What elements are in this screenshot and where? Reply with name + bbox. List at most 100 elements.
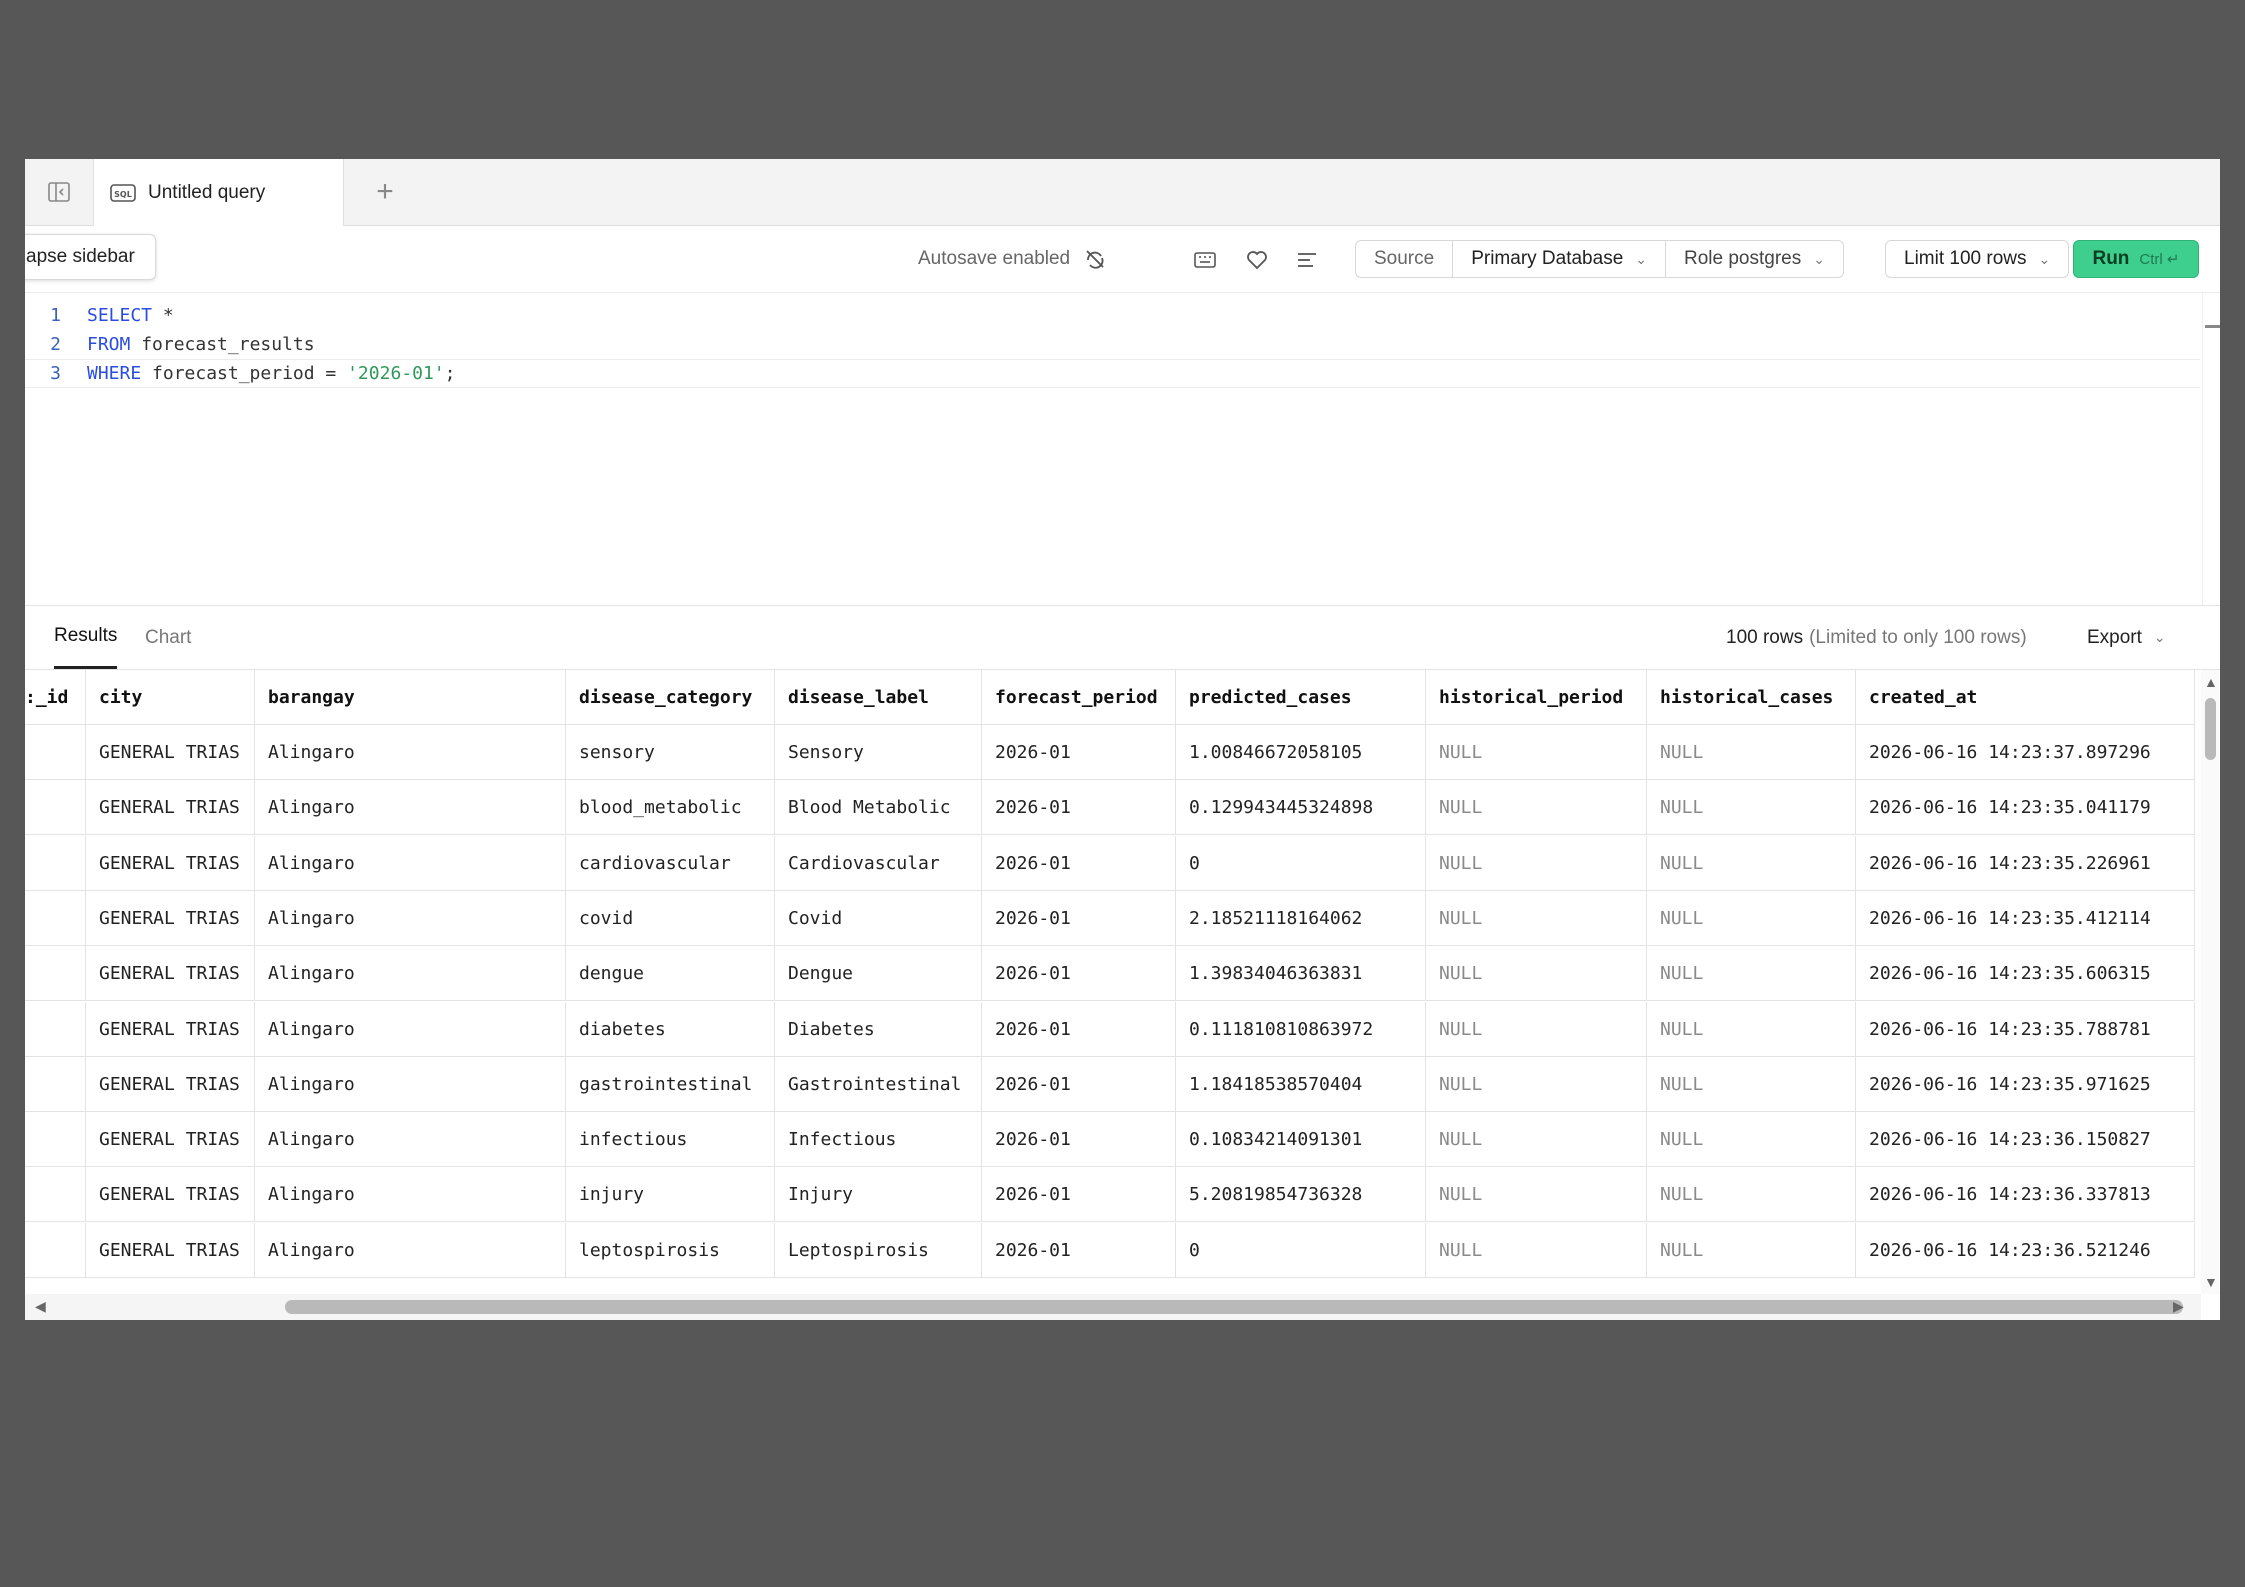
table-cell-disease-category[interactable]: injury <box>566 1167 775 1223</box>
table-cell-city[interactable]: GENERAL TRIAS <box>86 835 255 891</box>
table-cell-disease-category[interactable]: gastrointestinal <box>566 1056 775 1112</box>
run-button[interactable]: Run Ctrl ↵ <box>2073 240 2199 278</box>
table-cell-historical-cases[interactable]: NULL <box>1647 780 1856 836</box>
table-cell-created-at[interactable]: 2026-06-16 14:23:35.606315 <box>1856 946 2195 1002</box>
table-cell-city[interactable]: GENERAL TRIAS <box>86 725 255 780</box>
table-cell-disease-category[interactable]: sensory <box>566 725 775 780</box>
table-cell-barangay[interactable]: Alingaro <box>255 780 566 836</box>
format-align-icon[interactable] <box>1295 248 1319 272</box>
table-cell-barangay[interactable]: Alingaro <box>255 1222 566 1278</box>
table-cell-barangay[interactable]: Alingaro <box>255 1056 566 1112</box>
table-cell-created-at[interactable]: 2026-06-16 14:23:35.971625 <box>1856 1056 2195 1112</box>
table-cell-forecast-period[interactable]: 2026-01 <box>982 725 1176 780</box>
column-header-city[interactable]: city <box>86 670 255 725</box>
table-cell-historical-cases[interactable]: NULL <box>1647 1112 1856 1168</box>
table-cell-disease-label[interactable]: Cardiovascular <box>775 835 982 891</box>
table-row[interactable]: GENERAL TRIAS Alingaro covid Covid 2026-01 2.… <box>25 890 2195 946</box>
table-cell-predicted-cases[interactable]: 0 <box>1176 835 1426 891</box>
table-cell-created-at[interactable]: 2026-06-16 14:23:35.788781 <box>1856 1001 2195 1057</box>
table-cell-created-at[interactable]: 2026-06-16 14:23:37.897296 <box>1856 725 2195 780</box>
table-row[interactable]: GENERAL TRIAS Alingaro cardiovascular Cardi… <box>25 835 2195 891</box>
table-cell-historical-cases[interactable]: NULL <box>1647 1001 1856 1057</box>
scroll-thumb[interactable] <box>285 1300 2183 1314</box>
table-cell-id[interactable] <box>25 780 86 836</box>
table-cell-created-at[interactable]: 2026-06-16 14:23:35.226961 <box>1856 835 2195 891</box>
table-cell-barangay[interactable]: Alingaro <box>255 1167 566 1223</box>
table-cell-historical-cases[interactable]: NULL <box>1647 725 1856 780</box>
table-cell-forecast-period[interactable]: 2026-01 <box>982 1167 1176 1223</box>
table-cell-disease-label[interactable]: Injury <box>775 1167 982 1223</box>
column-header-id[interactable]: :_id <box>25 670 86 725</box>
table-row[interactable]: GENERAL TRIAS Alingaro diabetes Diabetes 202… <box>25 1001 2195 1057</box>
table-cell-historical-period[interactable]: NULL <box>1426 1112 1647 1168</box>
column-header-historical-period[interactable]: historical_period <box>1426 670 1647 725</box>
scroll-down-icon[interactable]: ▼ <box>2204 1274 2218 1290</box>
tab-chart[interactable]: Chart <box>145 606 191 669</box>
table-cell-historical-period[interactable]: NULL <box>1426 1056 1647 1112</box>
table-cell-forecast-period[interactable]: 2026-01 <box>982 890 1176 946</box>
table-cell-city[interactable]: GENERAL TRIAS <box>86 890 255 946</box>
column-header-historical-cases[interactable]: historical_cases <box>1647 670 1856 725</box>
table-cell-id[interactable] <box>25 1222 86 1278</box>
table-cell-historical-period[interactable]: NULL <box>1426 1001 1647 1057</box>
table-cell-disease-label[interactable]: Sensory <box>775 725 982 780</box>
table-cell-historical-period[interactable]: NULL <box>1426 890 1647 946</box>
export-dropdown[interactable]: Export ⌄ <box>2087 606 2166 669</box>
table-cell-created-at[interactable]: 2026-06-16 14:23:36.521246 <box>1856 1222 2195 1278</box>
keyboard-icon[interactable] <box>1193 248 1217 272</box>
column-header-created-at[interactable]: created_at <box>1856 670 2195 725</box>
table-cell-historical-period[interactable]: NULL <box>1426 946 1647 1002</box>
table-cell-disease-category[interactable]: cardiovascular <box>566 835 775 891</box>
table-cell-city[interactable]: GENERAL TRIAS <box>86 946 255 1002</box>
table-cell-historical-period[interactable]: NULL <box>1426 835 1647 891</box>
table-cell-historical-cases[interactable]: NULL <box>1647 835 1856 891</box>
table-cell-forecast-period[interactable]: 2026-01 <box>982 835 1176 891</box>
column-header-forecast-period[interactable]: forecast_period <box>982 670 1176 725</box>
table-cell-created-at[interactable]: 2026-06-16 14:23:35.041179 <box>1856 780 2195 836</box>
table-cell-predicted-cases[interactable]: 0.10834214091301 <box>1176 1112 1426 1168</box>
table-cell-forecast-period[interactable]: 2026-01 <box>982 1001 1176 1057</box>
table-row[interactable]: GENERAL TRIAS Alingaro gastrointestinal Gas… <box>25 1056 2195 1112</box>
table-cell-disease-label[interactable]: Dengue <box>775 946 982 1002</box>
table-cell-id[interactable] <box>25 1056 86 1112</box>
table-cell-disease-category[interactable]: leptospirosis <box>566 1222 775 1278</box>
table-cell-predicted-cases[interactable]: 1.00846672058105 <box>1176 725 1426 780</box>
table-cell-disease-label[interactable]: Covid <box>775 890 982 946</box>
scroll-up-icon[interactable]: ▲ <box>2204 674 2218 690</box>
table-cell-historical-period[interactable]: NULL <box>1426 1167 1647 1223</box>
table-cell-id[interactable] <box>25 835 86 891</box>
table-cell-predicted-cases[interactable]: 0 <box>1176 1222 1426 1278</box>
scroll-left-icon[interactable]: ◀ <box>35 1298 46 1315</box>
table-cell-city[interactable]: GENERAL TRIAS <box>86 1056 255 1112</box>
table-cell-id[interactable] <box>25 725 86 780</box>
table-cell-city[interactable]: GENERAL TRIAS <box>86 1167 255 1223</box>
table-cell-predicted-cases[interactable]: 1.39834046363831 <box>1176 946 1426 1002</box>
table-cell-barangay[interactable]: Alingaro <box>255 1001 566 1057</box>
table-cell-disease-label[interactable]: Infectious <box>775 1112 982 1168</box>
column-header-barangay[interactable]: barangay <box>255 670 566 725</box>
sidebar-toggle-button[interactable] <box>25 159 94 225</box>
table-cell-id[interactable] <box>25 890 86 946</box>
table-cell-disease-label[interactable]: Blood Metabolic <box>775 780 982 836</box>
table-row[interactable]: GENERAL TRIAS Alingaro injury Injury 2026-01… <box>25 1167 2195 1223</box>
table-cell-historical-period[interactable]: NULL <box>1426 1222 1647 1278</box>
table-cell-historical-cases[interactable]: NULL <box>1647 1167 1856 1223</box>
table-cell-city[interactable]: GENERAL TRIAS <box>86 780 255 836</box>
add-tab-button[interactable]: + <box>355 159 415 225</box>
table-row[interactable]: GENERAL TRIAS Alingaro dengue Dengue 2026-01… <box>25 946 2195 1002</box>
table-cell-forecast-period[interactable]: 2026-01 <box>982 946 1176 1002</box>
table-cell-id[interactable] <box>25 946 86 1002</box>
table-cell-forecast-period[interactable]: 2026-01 <box>982 1112 1176 1168</box>
tab-results[interactable]: Results <box>54 606 118 669</box>
table-cell-city[interactable]: GENERAL TRIAS <box>86 1222 255 1278</box>
table-cell-created-at[interactable]: 2026-06-16 14:23:36.337813 <box>1856 1167 2195 1223</box>
autosave-status[interactable]: Autosave enabled <box>918 226 1106 292</box>
table-cell-predicted-cases[interactable]: 0.111810810863972 <box>1176 1001 1426 1057</box>
table-cell-forecast-period[interactable]: 2026-01 <box>982 1056 1176 1112</box>
table-cell-disease-category[interactable]: dengue <box>566 946 775 1002</box>
table-cell-historical-period[interactable]: NULL <box>1426 725 1647 780</box>
table-cell-barangay[interactable]: Alingaro <box>255 890 566 946</box>
scroll-right-icon[interactable]: ▶ <box>2173 1298 2184 1315</box>
table-cell-disease-category[interactable]: diabetes <box>566 1001 775 1057</box>
table-row[interactable]: GENERAL TRIAS Alingaro infectious Infectiou… <box>25 1112 2195 1168</box>
